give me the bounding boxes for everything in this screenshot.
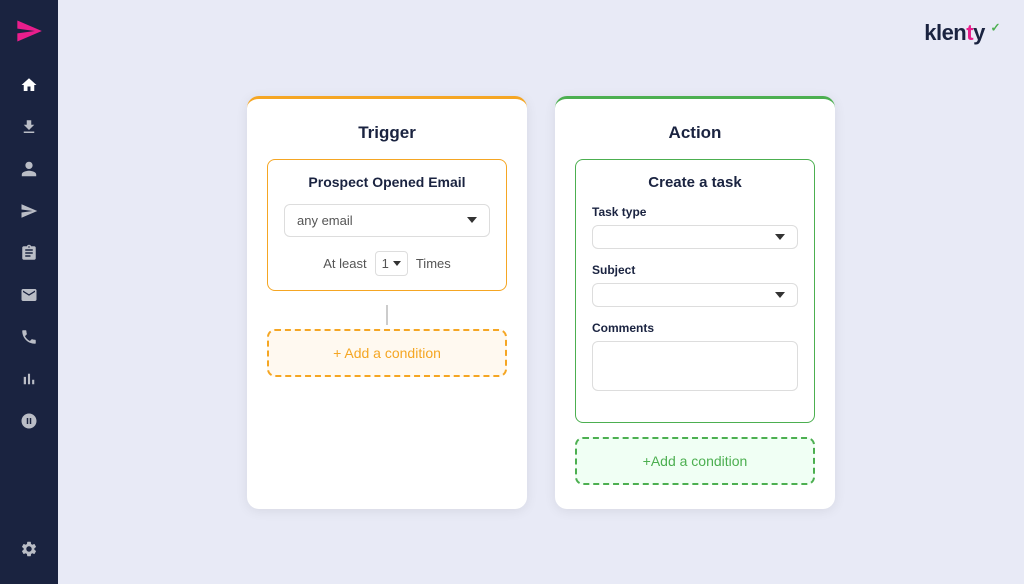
at-least-row: At least 1 Times	[284, 251, 490, 276]
sidebar-item-clipboard[interactable]	[8, 234, 50, 272]
settings-icon	[20, 540, 38, 558]
task-type-dropdown[interactable]	[592, 225, 798, 249]
email-dropdown-value: any email	[297, 213, 353, 228]
comments-label: Comments	[592, 321, 798, 335]
email-dropdown-arrow-icon	[467, 217, 477, 223]
sidebar-item-email2[interactable]	[8, 402, 50, 440]
at-least-value: 1	[382, 256, 389, 271]
at-least-select[interactable]: 1	[375, 251, 408, 276]
trigger-inner-box: Prospect Opened Email any email At least…	[267, 159, 507, 291]
trigger-card-title: Trigger	[267, 123, 507, 143]
at-least-chevron-icon	[393, 261, 401, 266]
sidebar-item-phone[interactable]	[8, 318, 50, 356]
phone-icon	[20, 328, 38, 346]
task-type-label: Task type	[592, 205, 798, 219]
at-least-label: At least	[323, 256, 366, 271]
logo-icon	[15, 17, 43, 45]
home-icon	[20, 76, 38, 94]
klenty-logo-accent: t	[966, 20, 973, 45]
task-type-arrow-icon	[775, 234, 785, 240]
add-condition-action-button[interactable]: +Add a condition	[575, 437, 815, 485]
sidebar-item-home[interactable]	[8, 66, 50, 104]
sidebar-item-download[interactable]	[8, 108, 50, 146]
comments-field-group: Comments	[592, 321, 798, 396]
trigger-card: Trigger Prospect Opened Email any email …	[247, 96, 527, 509]
at-least-arrow-icon	[393, 261, 401, 266]
klenty-logo: klenty ✓	[924, 20, 1000, 46]
action-card-title: Action	[575, 123, 815, 143]
user-icon	[20, 160, 38, 178]
connector-line	[386, 305, 388, 325]
cards-container: Trigger Prospect Opened Email any email …	[247, 96, 835, 509]
klenty-checkmark: ✓	[990, 21, 1000, 35]
subject-dropdown[interactable]	[592, 283, 798, 307]
main-content: klenty ✓ Trigger Prospect Opened Email a…	[58, 0, 1024, 584]
times-label: Times	[416, 256, 451, 271]
action-card: Action Create a task Task type Subject	[555, 96, 835, 509]
email-dropdown[interactable]: any email	[284, 204, 490, 237]
sidebar-item-mail[interactable]	[8, 276, 50, 314]
sidebar-item-user[interactable]	[8, 150, 50, 188]
subject-arrow-icon	[775, 292, 785, 298]
subject-label: Subject	[592, 263, 798, 277]
chart-icon	[20, 370, 38, 388]
sidebar-item-settings[interactable]	[8, 530, 50, 568]
download-icon	[20, 118, 38, 136]
sidebar-item-chart[interactable]	[8, 360, 50, 398]
send-icon	[20, 202, 38, 220]
mail-icon	[20, 286, 38, 304]
clipboard-icon	[20, 244, 38, 262]
email2-icon	[20, 412, 38, 430]
sidebar-item-send[interactable]	[8, 192, 50, 230]
action-event-title: Create a task	[592, 174, 798, 191]
comments-textarea[interactable]	[592, 341, 798, 391]
action-inner-box: Create a task Task type Subject	[575, 159, 815, 423]
sidebar-logo	[14, 16, 44, 46]
subject-field-group: Subject	[592, 263, 798, 307]
trigger-event-title: Prospect Opened Email	[284, 174, 490, 190]
add-condition-trigger-button[interactable]: + Add a condition	[267, 329, 507, 377]
task-type-field-group: Task type	[592, 205, 798, 249]
sidebar	[0, 0, 58, 584]
